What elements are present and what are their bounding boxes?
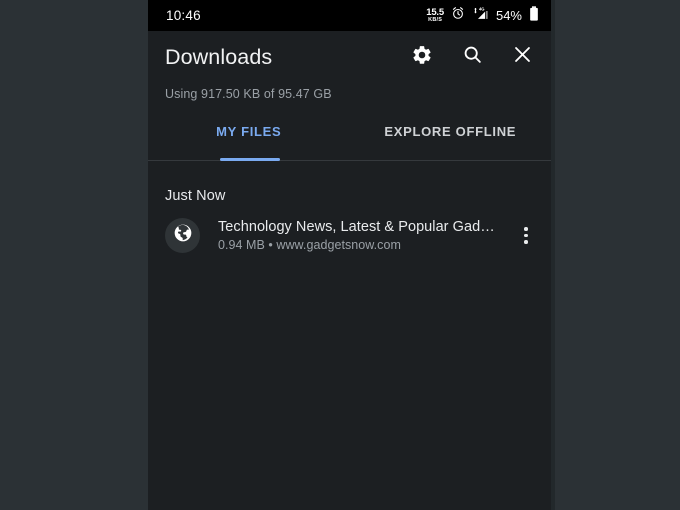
app-bar: Downloads <box>148 31 551 83</box>
close-button[interactable] <box>509 44 535 70</box>
network-speed-indicator: 15.5 KB/S <box>426 8 444 24</box>
list-item-subtitle: 0.94 MB • www.gadgetsnow.com <box>218 238 401 252</box>
status-bar-clock: 10:46 <box>166 8 201 23</box>
overflow-menu-button[interactable] <box>511 219 541 253</box>
tab-my-files[interactable]: MY FILES <box>148 114 350 160</box>
avatar <box>165 218 200 253</box>
overflow-menu-icon-dot-2 <box>524 233 528 238</box>
page-title: Downloads <box>165 44 273 69</box>
overflow-menu-icon-dot-1 <box>524 227 528 231</box>
app-bar-actions <box>409 44 535 70</box>
storage-usage-label: Using 917.50 KB of 95.47 GB <box>165 87 332 101</box>
alarm-clock-icon <box>451 6 465 25</box>
svg-text:4G: 4G <box>479 6 485 11</box>
network-speed-unit: KB/S <box>428 16 443 23</box>
tab-bar: MY FILES EXPLORE OFFLINE <box>148 114 551 161</box>
settings-button[interactable] <box>409 44 435 70</box>
file-list: Just Now Technology News, Latest & Popul… <box>148 161 551 267</box>
section-header-just-now: Just Now <box>165 188 226 204</box>
network-speed-value: 15.5 <box>426 6 444 18</box>
list-item[interactable]: Technology News, Latest & Popular Gad… 0… <box>148 204 551 267</box>
status-bar: 10:46 15.5 KB/S 4G 54% <box>148 0 551 31</box>
mobile-signal-4g-icon: 4G <box>472 6 489 26</box>
battery-percentage-label: 54% <box>495 8 522 23</box>
gear-icon <box>411 44 433 71</box>
globe-icon <box>173 223 193 248</box>
tab-explore-offline-label: EXPLORE OFFLINE <box>384 124 517 139</box>
phone-screen-edge <box>551 0 555 510</box>
phone-screen: 10:46 15.5 KB/S 4G 54% Downloads Using 9… <box>148 0 551 510</box>
screenshot-root: 10:46 15.5 KB/S 4G 54% Downloads Using 9… <box>0 0 680 510</box>
close-icon <box>512 44 533 70</box>
search-button[interactable] <box>459 44 485 70</box>
list-item-title: Technology News, Latest & Popular Gad… <box>218 219 495 235</box>
list-item-text: Technology News, Latest & Popular Gad… 0… <box>218 219 511 252</box>
search-icon <box>462 44 483 70</box>
overflow-menu-icon-dot-3 <box>524 240 528 244</box>
active-tab-indicator <box>220 158 280 161</box>
tab-explore-offline[interactable]: EXPLORE OFFLINE <box>350 114 552 160</box>
tab-my-files-label: MY FILES <box>216 124 282 139</box>
battery-icon <box>529 5 539 26</box>
status-bar-icons: 15.5 KB/S 4G 54% <box>426 5 539 26</box>
